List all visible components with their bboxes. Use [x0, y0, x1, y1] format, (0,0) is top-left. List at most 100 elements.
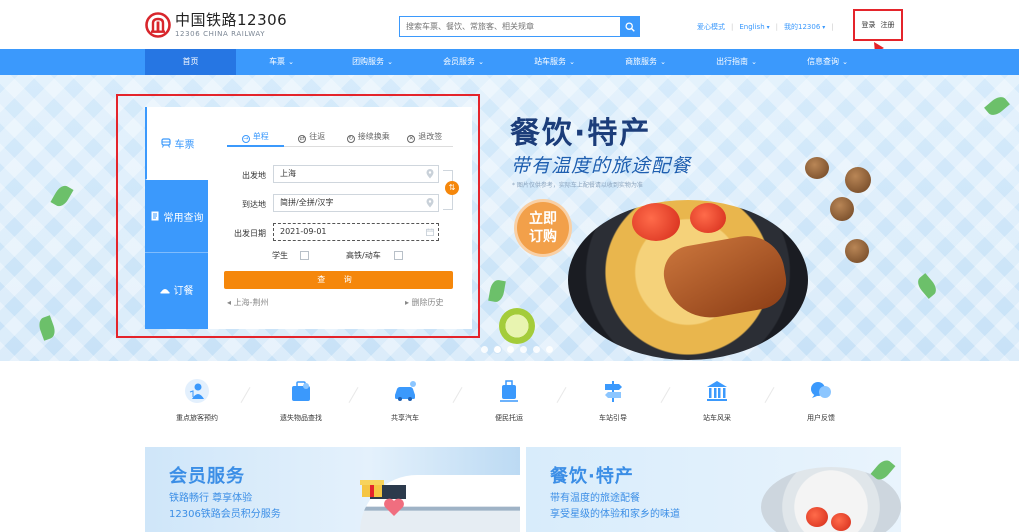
- chevron-down-icon: ⌄: [842, 58, 848, 66]
- trip-type-tabs: → 单程 ⇄ 往返 ↻ 接续换乘 ✕ 退改签: [227, 129, 453, 147]
- transfer-icon: ↻: [346, 135, 355, 143]
- lime-image: [499, 308, 535, 344]
- nav-item-group[interactable]: 团购服务 ⌄: [327, 49, 418, 75]
- tomato-image: [806, 507, 828, 527]
- service-feedback[interactable]: 用户反馈: [769, 378, 873, 423]
- tab-refund-change[interactable]: ✕ 退改签: [396, 129, 453, 147]
- nut-image: [830, 197, 854, 221]
- service-station-style[interactable]: 站车风采: [665, 378, 769, 423]
- language-label: English: [739, 23, 765, 31]
- railway-logo-icon: [145, 12, 171, 38]
- search-input[interactable]: [399, 16, 620, 37]
- my-12306-link[interactable]: 我的12306 ▾: [784, 22, 825, 32]
- nav-item-station[interactable]: 站车服务 ⌄: [509, 49, 600, 75]
- nav-item-tickets[interactable]: 车票 ⌄: [236, 49, 327, 75]
- nav-item-business[interactable]: 商旅服务 ⌄: [600, 49, 691, 75]
- language-link[interactable]: English ▾: [739, 23, 769, 31]
- tab-round-trip[interactable]: ⇄ 往返: [283, 129, 340, 147]
- login-link[interactable]: 登录: [862, 20, 876, 30]
- login-register-highlight: 登录 注册: [853, 9, 903, 41]
- train-icon: [160, 138, 171, 148]
- member-card-title: 会员服务: [169, 466, 245, 487]
- luggage-icon: [500, 380, 518, 402]
- tomato-image: [632, 203, 680, 241]
- refund-icon: ✕: [407, 135, 416, 143]
- to-label: 到达地: [242, 200, 266, 209]
- nav-item-home[interactable]: 首页: [145, 49, 236, 75]
- top-links: 爱心模式 | English ▾ | 我的12306 ▾ |: [697, 22, 834, 32]
- highspeed-checkbox[interactable]: [394, 251, 403, 260]
- tab-one-way[interactable]: → 单程: [227, 129, 284, 147]
- chevron-down-icon: ▾: [766, 24, 770, 31]
- tab-dining[interactable]: 订餐: [145, 253, 208, 326]
- student-checkbox[interactable]: [300, 251, 309, 260]
- carousel-dot[interactable]: [520, 346, 527, 353]
- member-service-card[interactable]: 会员服务 铁路畅行 尊享体验 12306铁路会员积分服务: [145, 447, 520, 532]
- departure-date-input[interactable]: 2021-09-01: [273, 223, 439, 241]
- care-mode-link[interactable]: 爱心模式: [697, 22, 725, 32]
- dining-card-line1: 带有温度的旅途配餐: [550, 493, 640, 504]
- round-trip-icon: ⇄: [298, 135, 307, 143]
- carousel-dot-active[interactable]: [494, 346, 501, 353]
- nav-item-info[interactable]: 信息查询 ⌄: [782, 49, 873, 75]
- station-icon: [707, 381, 727, 401]
- clear-history-button[interactable]: ▸ 删除历史: [405, 297, 444, 308]
- logo-subtitle: 12306 CHINA RAILWAY: [175, 29, 266, 38]
- site-logo[interactable]: 中国铁路12306 12306 CHINA RAILWAY: [145, 9, 287, 41]
- service-priority-passenger[interactable]: 重点旅客预约: [145, 378, 249, 423]
- promo-subtitle: 带有温度的旅途配餐: [511, 155, 692, 177]
- carousel-dot[interactable]: [546, 346, 553, 353]
- chevron-down-icon: ⌄: [751, 58, 757, 66]
- register-link[interactable]: 注册: [881, 20, 895, 30]
- nav-item-guide[interactable]: 出行指南 ⌄: [691, 49, 782, 75]
- signpost-icon: [605, 381, 622, 402]
- chevron-down-icon: ⌄: [478, 58, 484, 66]
- dining-card-line2: 享受星级的体验和家乡的味道: [550, 509, 680, 520]
- leaf-decoration: [488, 278, 506, 304]
- heart-icon: [384, 498, 404, 516]
- swap-stations-button[interactable]: ⇅: [445, 181, 459, 195]
- leaf-decoration: [984, 93, 1010, 119]
- tomato-image: [690, 203, 726, 233]
- service-car-share[interactable]: 共享汽车: [353, 378, 457, 423]
- booking-panel: 车票 常用查询 订餐 → 单程 ⇄ 往返 ↻ 接续换乘 ✕ 退改签 出发地 上海 到达地…: [145, 107, 472, 329]
- carousel-dot[interactable]: [533, 346, 540, 353]
- tab-transfer[interactable]: ↻ 接续换乘: [340, 129, 397, 147]
- dining-card[interactable]: 餐饮·特产 带有温度的旅途配餐 享受星级的体验和家乡的味道: [526, 447, 901, 532]
- quick-services: 重点旅客预约 遗失物品查找 共享汽车 便民托运 车站引导 站车风采 用户反馈: [145, 378, 875, 428]
- booking-side-tabs: 车票 常用查询 订餐: [145, 107, 208, 329]
- history-item[interactable]: ◂ 上海-荆州: [227, 297, 268, 308]
- to-station-input[interactable]: 简拼/全拼/汉字: [273, 194, 439, 212]
- passenger-icon: [185, 379, 209, 403]
- carousel-dot[interactable]: [507, 346, 514, 353]
- service-consignment[interactable]: 便民托运: [457, 378, 561, 423]
- member-card-line1: 铁路畅行 尊享体验: [169, 493, 253, 504]
- chevron-down-icon: ▾: [822, 24, 826, 31]
- promo-note: * 图片仅供参考，实际车上配餐请以收到实物为准: [512, 182, 643, 189]
- chevron-down-icon: ⌄: [288, 58, 294, 66]
- query-button[interactable]: 查 询: [224, 271, 453, 289]
- car-icon: [395, 381, 416, 401]
- service-station-guide[interactable]: 车站引导: [561, 378, 665, 423]
- lost-item-icon: [292, 381, 310, 401]
- nav-item-member[interactable]: 会员服务 ⌄: [418, 49, 509, 75]
- tab-common-query[interactable]: 常用查询: [145, 180, 208, 253]
- highspeed-label: 高铁/动车: [346, 251, 381, 260]
- leaf-decoration: [50, 182, 74, 210]
- service-lost-items[interactable]: 遗失物品查找: [249, 378, 353, 423]
- promo-title: 餐饮·特产: [510, 116, 652, 151]
- one-way-icon: →: [241, 135, 250, 143]
- from-station-input[interactable]: 上海: [273, 165, 439, 183]
- document-icon: [151, 211, 158, 221]
- calendar-icon: [426, 228, 434, 236]
- search-button[interactable]: [620, 16, 640, 37]
- top-header: 中国铁路12306 12306 CHINA RAILWAY 爱心模式 | Eng…: [0, 0, 1019, 49]
- carousel-dot[interactable]: [481, 346, 488, 353]
- tab-tickets[interactable]: 车票: [145, 107, 208, 180]
- leaf-decoration: [36, 315, 58, 341]
- date-label: 出发日期: [234, 229, 266, 238]
- tomato-image: [831, 513, 851, 531]
- buy-now-button[interactable]: 立即 订购: [514, 199, 572, 257]
- location-pin-icon: [426, 198, 434, 208]
- nut-image: [845, 239, 869, 263]
